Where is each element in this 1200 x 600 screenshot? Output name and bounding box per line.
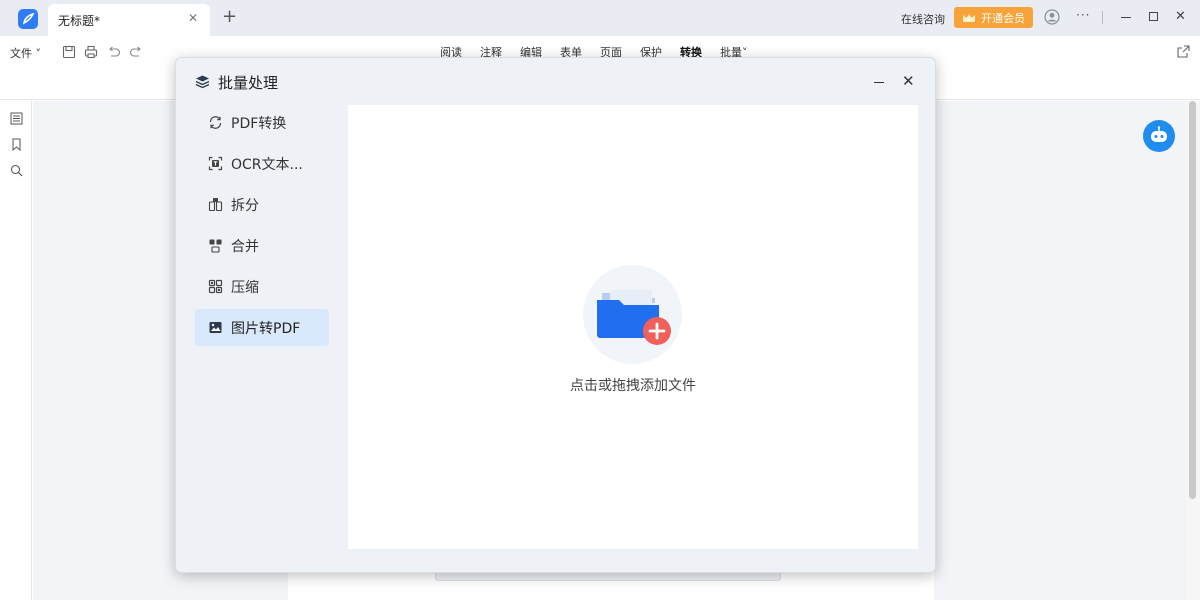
document-tab[interactable]: 无标题* ✕ — [48, 4, 210, 36]
undo-icon[interactable] — [107, 45, 121, 59]
vip-button[interactable]: 开通会员 — [954, 7, 1033, 28]
vertical-scrollbar[interactable] — [1186, 101, 1200, 600]
vip-label: 开通会员 — [981, 10, 1025, 26]
nav-label-pdf-convert: PDF转换 — [231, 113, 286, 133]
crown-icon — [962, 13, 976, 23]
minimize-window-icon[interactable] — [1121, 17, 1131, 18]
export-icon[interactable] — [1177, 45, 1190, 58]
nav-item-compress[interactable]: 压缩 — [195, 268, 329, 305]
tab-title: 无标题* — [58, 12, 100, 29]
add-folder-icon[interactable] — [583, 265, 682, 364]
redo-icon[interactable] — [129, 45, 143, 59]
merge-icon — [208, 238, 223, 253]
drop-zone-hint: 点击或拖拽添加文件 — [348, 375, 918, 395]
maximize-window-icon[interactable] — [1149, 12, 1158, 21]
image-to-pdf-icon — [208, 320, 223, 335]
new-tab-icon[interactable]: + — [222, 7, 237, 27]
nav-item-image-to-pdf[interactable]: 图片转PDF — [195, 309, 329, 346]
compress-icon — [208, 279, 223, 294]
outline-icon[interactable] — [10, 112, 23, 125]
nav-item-pdf-convert[interactable]: PDF转换 — [195, 104, 329, 141]
dialog-minimize-icon[interactable] — [874, 82, 884, 83]
nav-item-split[interactable]: 拆分 — [195, 186, 329, 223]
batch-nav: PDF转换 OCR文本... 拆分 合并 压缩 图片转PDF — [195, 104, 329, 350]
nav-label-image-to-pdf: 图片转PDF — [231, 318, 300, 338]
nav-item-ocr[interactable]: OCR文本... — [195, 145, 329, 182]
tab-close-icon[interactable]: ✕ — [188, 11, 198, 25]
split-icon — [208, 197, 223, 212]
nav-label-ocr: OCR文本... — [231, 154, 303, 174]
scroll-thumb[interactable] — [1189, 101, 1196, 499]
nav-item-merge[interactable]: 合并 — [195, 227, 329, 264]
user-avatar-icon[interactable] — [1044, 9, 1060, 25]
divider — [1102, 11, 1103, 24]
dialog-title: 批量处理 — [218, 72, 278, 93]
nav-label-split: 拆分 — [231, 195, 259, 215]
close-window-icon[interactable]: ✕ — [1175, 9, 1186, 24]
ocr-icon — [208, 156, 223, 171]
nav-label-merge: 合并 — [231, 236, 259, 256]
more-icon[interactable]: ··· — [1076, 8, 1090, 22]
print-icon[interactable] — [84, 45, 98, 59]
file-drop-zone[interactable]: 点击或拖拽添加文件 — [348, 105, 918, 549]
online-consult-link[interactable]: 在线咨询 — [901, 11, 945, 27]
left-sidebar — [0, 101, 32, 600]
nav-label-compress: 压缩 — [231, 277, 259, 297]
app-logo-icon[interactable] — [18, 9, 38, 29]
save-icon[interactable] — [62, 45, 76, 59]
refresh-icon — [208, 115, 223, 130]
layers-icon — [195, 74, 210, 89]
ai-assistant-icon[interactable] — [1143, 120, 1175, 152]
dialog-close-icon[interactable]: ✕ — [902, 72, 915, 90]
batch-process-dialog: 批量处理 ✕ PDF转换 OCR文本... 拆分 合并 压缩 图片转PDF — [175, 57, 936, 573]
search-icon[interactable] — [10, 164, 23, 177]
file-menu-label: 文件 — [10, 47, 32, 60]
file-menu[interactable]: 文件 ˅ — [10, 45, 41, 61]
title-bar: 无标题* ✕ + 在线咨询 开通会员 ··· ✕ — [0, 0, 1200, 36]
bookmark-icon[interactable] — [10, 138, 23, 151]
